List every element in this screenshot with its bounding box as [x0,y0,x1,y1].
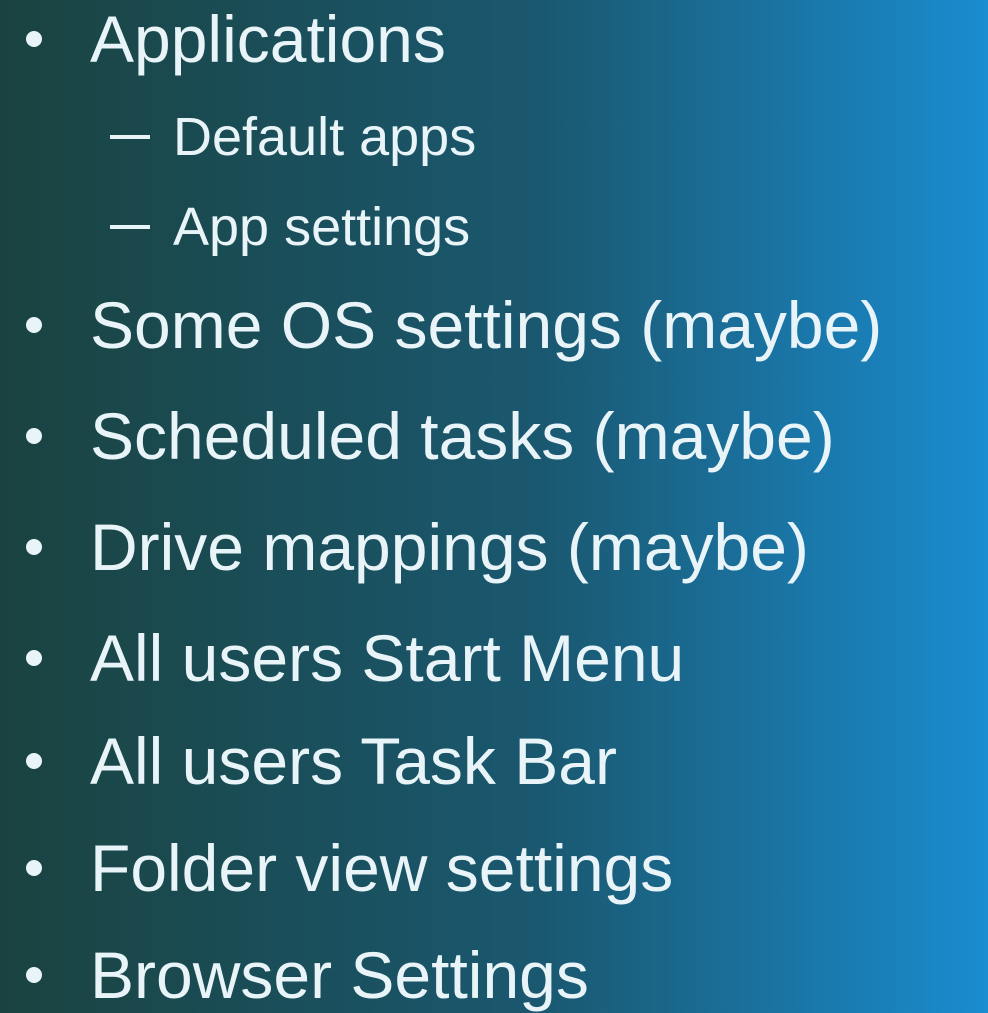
bullet-label: Applications [90,2,446,76]
sub-bullet-item-app-settings: App settings [0,200,988,254]
bullet-dot-icon [26,31,42,47]
bullet-item-drive-mappings: Drive mappings (maybe) [0,514,988,580]
bullet-label: Scheduled tasks (maybe) [90,399,835,473]
dash-icon [110,225,150,229]
sub-bullet-label: Default apps [173,107,477,167]
bullet-label: Some OS settings (maybe) [90,288,883,362]
bullet-item-folder-view: Folder view settings [0,835,988,901]
bullet-label: Browser Settings [90,938,589,1012]
bullet-item-applications: Applications [0,6,988,72]
bullet-item-task-bar: All users Task Bar [0,728,988,794]
slide: Applications Default apps App settings S… [0,0,988,1013]
bullet-dot-icon [26,317,42,333]
dash-icon [110,135,150,139]
bullet-label: Drive mappings (maybe) [90,510,809,584]
bullet-label: Folder view settings [90,831,674,905]
bullet-dot-icon [26,428,42,444]
bullet-dot-icon [26,539,42,555]
bullet-item-start-menu: All users Start Menu [0,625,988,691]
bullet-item-browser-settings: Browser Settings [0,942,988,1008]
bullet-dot-icon [26,967,42,983]
bullet-item-scheduled-tasks: Scheduled tasks (maybe) [0,403,988,469]
bullet-label: All users Start Menu [90,621,685,695]
bullet-dot-icon [26,753,42,769]
bullet-item-os-settings: Some OS settings (maybe) [0,292,988,358]
bullet-list: Applications Default apps App settings S… [0,0,988,1013]
bullet-dot-icon [26,650,42,666]
sub-bullet-item-default-apps: Default apps [0,110,988,164]
bullet-dot-icon [26,860,42,876]
bullet-label: All users Task Bar [90,724,617,798]
sub-bullet-label: App settings [173,197,471,257]
